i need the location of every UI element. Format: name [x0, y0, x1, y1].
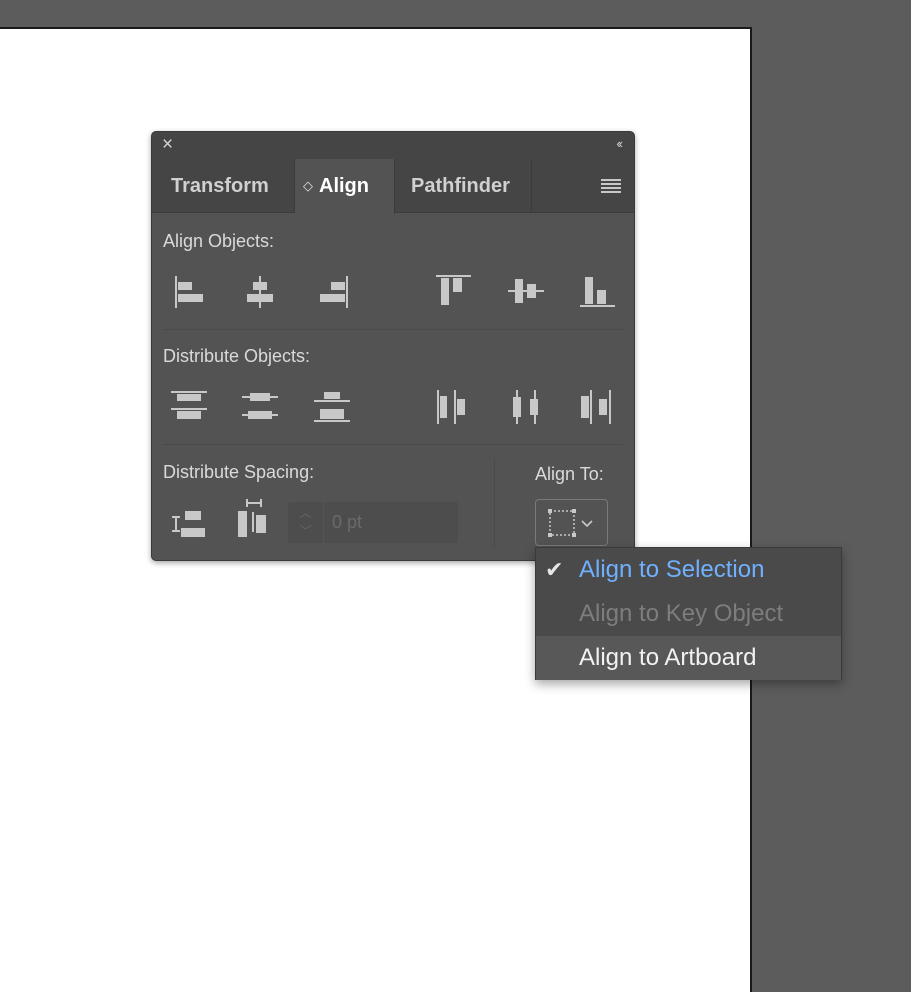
spinner-arrows-icon[interactable]: ︿ ﹀: [288, 502, 324, 543]
double-chevron-left-icon[interactable]: ‹‹: [616, 136, 623, 151]
vertical-align-top-icon: [436, 275, 471, 305]
vertical-align-bottom-button[interactable]: [575, 271, 619, 311]
vertical-distribute-space-icon: [172, 511, 205, 537]
horizontal-align-left-icon: [175, 276, 203, 308]
vertical-distribute-space-button[interactable]: [167, 503, 211, 543]
section-divider: [494, 458, 495, 548]
tab-label: Transform: [171, 175, 269, 197]
checkmark-icon: ✔: [545, 557, 564, 582]
horizontal-distribute-left-button[interactable]: [431, 387, 475, 427]
vertical-distribute-center-button[interactable]: [238, 387, 282, 427]
menu-item-align-to-selection[interactable]: ✔ Align to Selection: [536, 548, 841, 592]
align-to-dropdown-menu: ✔ Align to Selection Align to Key Object…: [535, 547, 842, 680]
vertical-align-bottom-icon: [580, 277, 615, 307]
tab-strip: Transform ◇ Align Pathfinder: [152, 159, 634, 214]
vertical-distribute-top-icon: [171, 391, 207, 419]
vertical-distribute-bottom-button[interactable]: [310, 387, 354, 427]
tab-transform[interactable]: Transform: [152, 159, 295, 213]
vertical-align-center-icon: [508, 279, 544, 303]
spacing-value-field[interactable]: ︿ ﹀ 0 pt: [288, 502, 458, 543]
horizontal-align-right-button[interactable]: [310, 271, 354, 311]
vertical-align-top-button[interactable]: [431, 271, 475, 311]
section-divider: [163, 444, 623, 445]
vertical-distribute-bottom-icon: [314, 392, 350, 422]
close-icon[interactable]: ×: [162, 135, 173, 155]
menu-item-align-to-artboard[interactable]: Align to Artboard: [536, 636, 841, 680]
spacing-value: 0 pt: [332, 512, 363, 532]
up-down-arrows-icon: ◇: [303, 178, 313, 193]
horizontal-distribute-right-button[interactable]: [575, 387, 619, 427]
horizontal-distribute-center-button[interactable]: [504, 387, 548, 427]
distribute-spacing-label: Distribute Spacing:: [163, 462, 315, 482]
horizontal-distribute-space-icon: [238, 499, 266, 537]
section-divider: [163, 329, 623, 330]
horizontal-distribute-right-icon: [581, 390, 611, 424]
distribute-objects-label: Distribute Objects:: [163, 346, 311, 366]
vertical-distribute-center-icon: [242, 393, 278, 419]
horizontal-distribute-left-icon: [437, 390, 465, 424]
horizontal-align-left-button[interactable]: [167, 271, 211, 311]
menu-item-label: Align to Key Object: [579, 600, 784, 627]
menu-item-label: Align to Artboard: [579, 644, 757, 671]
tab-label: Pathfinder: [411, 175, 510, 197]
horizontal-distribute-space-button[interactable]: [232, 499, 276, 539]
align-objects-label: Align Objects:: [163, 231, 275, 251]
align-to-selection-icon: [548, 509, 593, 537]
menu-item-align-to-key-object: Align to Key Object: [536, 592, 841, 636]
horizontal-distribute-center-icon: [513, 390, 538, 424]
horizontal-align-center-button[interactable]: [238, 271, 282, 311]
panel-titlebar[interactable]: × ‹‹: [152, 132, 634, 159]
hamburger-menu-icon[interactable]: [601, 179, 621, 193]
align-panel: × ‹‹ Transform ◇ Align Pathfinder Align O…: [151, 131, 635, 561]
vertical-distribute-top-button[interactable]: [167, 387, 211, 427]
vertical-align-center-button[interactable]: [504, 271, 548, 311]
tab-label: Align: [319, 175, 369, 197]
tab-pathfinder[interactable]: Pathfinder: [395, 159, 532, 213]
horizontal-align-center-icon: [247, 276, 273, 308]
menu-item-label: Align to Selection: [579, 556, 765, 583]
horizontal-align-right-icon: [320, 276, 348, 308]
tab-align[interactable]: ◇ Align: [295, 159, 395, 214]
align-to-label: Align To:: [535, 464, 604, 484]
align-to-dropdown-button[interactable]: [535, 499, 608, 546]
